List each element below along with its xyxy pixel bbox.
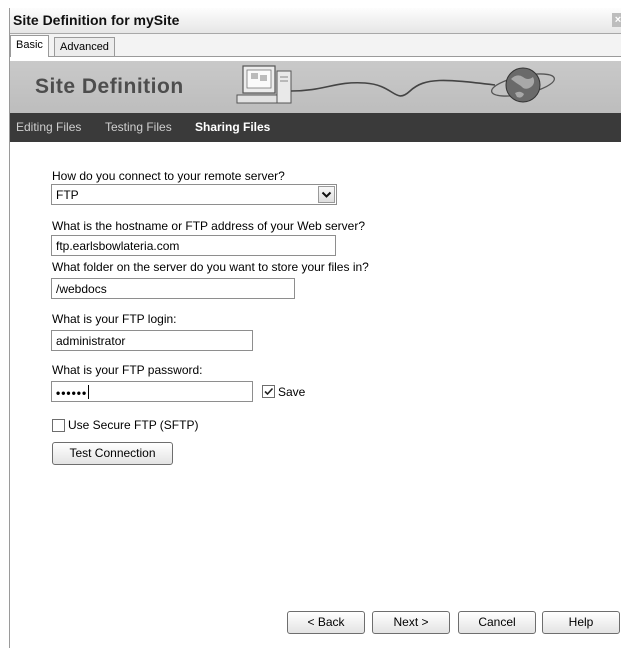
banner-illustration	[236, 65, 555, 104]
folder-input[interactable]: /webdocs	[51, 278, 295, 299]
connect-value: FTP	[56, 188, 79, 202]
next-button[interactable]: Next >	[372, 611, 450, 634]
close-icon[interactable]: ×	[612, 13, 621, 27]
tab-bar: Basic Advanced	[10, 35, 621, 57]
check-icon	[264, 387, 274, 396]
globe-icon	[490, 67, 555, 103]
tab-advanced[interactable]: Advanced	[54, 37, 115, 57]
host-label: What is the hostname or FTP address of y…	[52, 219, 366, 233]
computer-icon	[236, 65, 292, 104]
connect-label: How do you connect to your remote server…	[52, 169, 285, 183]
help-button[interactable]: Help	[542, 611, 620, 634]
wizard-steps: Editing Files Testing Files Sharing File…	[10, 113, 621, 142]
password-input[interactable]: ••••••	[51, 381, 253, 402]
test-connection-button[interactable]: Test Connection	[52, 442, 173, 465]
back-button[interactable]: < Back	[287, 611, 365, 634]
cancel-button[interactable]: Cancel	[458, 611, 536, 634]
password-label: What is your FTP password:	[52, 363, 203, 377]
login-label: What is your FTP login:	[52, 312, 177, 326]
sftp-label[interactable]: Use Secure FTP (SFTP)	[68, 418, 198, 432]
password-mask: ••••••	[56, 386, 88, 400]
save-label[interactable]: Save	[278, 385, 305, 399]
basic-panel: Site Definition Editing Files Testing Fi…	[10, 56, 621, 648]
step-sharing-files[interactable]: Sharing Files	[195, 120, 270, 134]
wizard-banner: Site Definition	[10, 61, 621, 113]
tab-basic[interactable]: Basic	[10, 35, 49, 57]
sftp-checkbox[interactable]	[52, 419, 65, 432]
banner-title: Site Definition	[35, 75, 184, 98]
window-title: Site Definition for mySite	[13, 12, 180, 28]
title-bar: Site Definition for mySite ×	[10, 8, 621, 34]
site-definition-dialog: Site Definition for mySite × Basic Advan…	[9, 8, 621, 648]
step-editing-files[interactable]: Editing Files	[16, 120, 81, 134]
host-input[interactable]: ftp.earlsbowlateria.com	[51, 235, 336, 256]
connect-select[interactable]: FTP	[51, 184, 337, 205]
chevron-down-icon[interactable]	[318, 186, 335, 203]
save-checkbox[interactable]	[262, 385, 275, 398]
text-caret	[88, 385, 90, 399]
login-input[interactable]: administrator	[51, 330, 253, 351]
folder-label: What folder on the server do you want to…	[52, 260, 369, 274]
step-testing-files[interactable]: Testing Files	[105, 120, 172, 134]
